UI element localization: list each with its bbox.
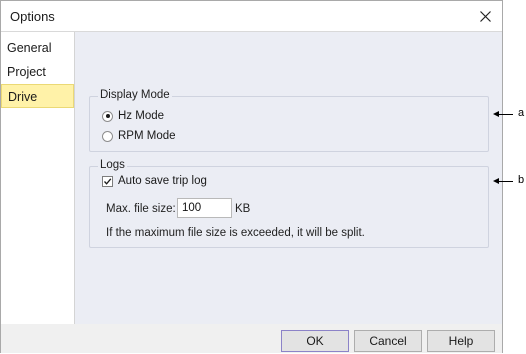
callout-a-line <box>498 114 513 115</box>
sidebar-item-general[interactable]: General <box>1 36 74 60</box>
rpm-mode-label: RPM Mode <box>118 130 176 142</box>
title-bar: Options <box>1 1 502 32</box>
ok-button[interactable]: OK <box>281 330 349 352</box>
drive-settings-panel: Display Mode Hz Mode RPM Mode Logs Auto … <box>75 32 502 324</box>
checkmark-icon <box>104 177 112 185</box>
callout-b-line <box>498 181 513 182</box>
hz-mode-radio[interactable]: Hz Mode <box>102 110 164 122</box>
hz-mode-radio-indicator[interactable] <box>102 110 113 122</box>
display-mode-group: Display Mode Hz Mode RPM Mode <box>89 89 489 152</box>
split-note: If the maximum file size is exceeded, it… <box>106 227 365 239</box>
logs-label: Logs <box>98 159 127 171</box>
dialog-title: Options <box>10 9 55 24</box>
close-button[interactable] <box>468 1 502 31</box>
callout-a-label: a <box>518 107 525 119</box>
dialog-footer: OK Cancel Help <box>1 324 502 353</box>
hz-mode-label: Hz Mode <box>118 110 165 122</box>
sidebar-item-project[interactable]: Project <box>1 60 74 84</box>
max-file-size-label: Max. file size: <box>106 203 176 215</box>
close-icon <box>479 10 491 22</box>
cancel-button[interactable]: Cancel <box>354 330 422 352</box>
display-mode-label: Display Mode <box>98 89 172 101</box>
help-button[interactable]: Help <box>427 330 495 352</box>
callout-b-label: b <box>518 174 525 186</box>
options-sidebar: General Project Drive <box>1 32 75 324</box>
auto-save-checkbox[interactable]: Auto save trip log <box>102 175 207 187</box>
rpm-mode-radio-indicator[interactable] <box>102 130 113 142</box>
options-dialog: Options General Project Drive Display Mo… <box>0 0 503 353</box>
logs-group: Logs Auto save trip log Max. file size: … <box>89 159 489 248</box>
auto-save-label: Auto save trip log <box>118 175 207 187</box>
max-file-size-input[interactable] <box>177 198 232 218</box>
rpm-mode-radio[interactable]: RPM Mode <box>102 130 176 142</box>
auto-save-checkbox-box[interactable] <box>102 175 113 187</box>
sidebar-item-drive[interactable]: Drive <box>1 84 74 108</box>
file-size-unit: KB <box>235 203 251 215</box>
